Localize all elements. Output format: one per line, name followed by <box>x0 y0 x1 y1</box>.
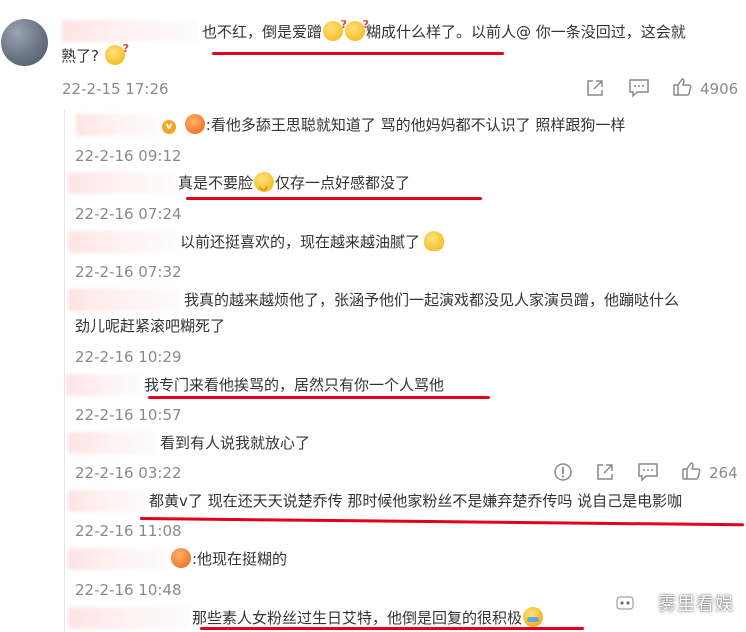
reply-thread-divider <box>64 110 65 632</box>
reply-username-blurred[interactable] <box>68 289 180 311</box>
question-face-emoji-icon <box>323 13 347 41</box>
reply-text-line2: 劲儿呢赶紧滚吧糊死了 <box>75 317 226 335</box>
like-count: 4906 <box>700 80 739 98</box>
highlight-underline <box>200 627 584 630</box>
reply-text: 看到有人说我就放心了 <box>160 434 311 452</box>
reply-timestamp: 22-2-16 09:12 <box>75 147 182 165</box>
reply-username-blurred[interactable] <box>66 374 142 396</box>
reply-timestamp: 22-2-16 11:08 <box>75 522 182 540</box>
share-icon[interactable] <box>595 462 615 482</box>
reply-text: 以前还挺喜欢的，现在越来越油腻了 <box>180 230 445 254</box>
question-face-emoji-icon <box>345 13 369 41</box>
comment-icon[interactable] <box>637 462 659 482</box>
reply-timestamp: 22-2-16 10:57 <box>75 406 182 424</box>
reply-username-blurred[interactable] <box>68 548 168 570</box>
reply-text: :他现在挺糊的 <box>170 547 287 571</box>
report-icon[interactable] <box>553 462 573 482</box>
watermark-text: 雾里看娱 <box>658 594 734 615</box>
shrug-emoji-icon <box>424 231 445 251</box>
highlight-underline <box>212 52 504 55</box>
reply-username-blurred[interactable] <box>76 114 160 136</box>
reply-username-blurred[interactable] <box>68 231 176 253</box>
avatar[interactable] <box>1 19 48 66</box>
comment-text-3: 熟了? <box>61 47 99 65</box>
like-icon[interactable] <box>681 461 701 481</box>
reply-username-blurred[interactable] <box>68 607 190 629</box>
laugh-cry-emoji-icon <box>523 607 544 627</box>
smile-emoji-icon <box>254 172 275 199</box>
highlight-underline <box>186 197 482 200</box>
comment-icon[interactable] <box>628 78 650 98</box>
highlight-underline <box>148 396 490 399</box>
comment-text-1: 也不红，倒是爱蹭 <box>202 23 323 41</box>
highlight-underline <box>139 517 744 527</box>
reply-text: 我专门来看他挨骂的，居然只有你一个人骂他 <box>144 376 445 394</box>
watermark-logo-icon <box>616 596 634 610</box>
like-count: 264 <box>709 464 738 482</box>
reply-text-line1: 我真的越来越烦他了，张涵予他们一起演戏都没见人家演员蹭，他蹦哒什么 <box>184 291 680 309</box>
main-comment-line2: 熟了? <box>61 37 129 68</box>
reply-username-blurred[interactable] <box>68 432 156 454</box>
angry-face-emoji-icon <box>171 548 191 568</box>
reply-timestamp: 22-2-16 03:22 <box>75 464 182 482</box>
main-comment-line1: 也不红，倒是爱蹭 糊成什么样了。以前人@ 你一条没回过，这会就 <box>202 13 686 44</box>
reply-timestamp: 22-2-16 10:29 <box>75 348 182 366</box>
reply-username-blurred[interactable] <box>68 490 146 512</box>
reply-text: v :看他多舔王思聪就知道了 骂的他妈妈都不认识了 照样跟狗一样 <box>160 113 625 137</box>
like-icon[interactable] <box>672 77 692 97</box>
comment-text-2: 糊成什么样了。以前人@ 你一条没回过，这会就 <box>366 23 686 41</box>
reply-timestamp: 22-2-16 07:32 <box>75 263 182 281</box>
verified-badge-icon: v <box>162 120 176 134</box>
comment-timestamp: 22-2-15 17:26 <box>62 80 169 98</box>
username-blurred[interactable] <box>62 20 198 42</box>
reply-timestamp: 22-2-16 07:24 <box>75 205 182 223</box>
question-face-emoji-icon <box>104 37 129 65</box>
reply-text: 真是不要脸仅存一点好感都没了 <box>178 171 410 199</box>
angry-face-emoji-icon <box>184 114 205 134</box>
reply-timestamp: 22-2-16 10:48 <box>75 581 182 599</box>
reply-text: 都黄v了 现在还天天说楚乔传 那时候他家粉丝不是嫌弃楚乔传吗 说自己是电影咖 <box>149 492 683 510</box>
share-icon[interactable] <box>585 78 605 98</box>
reply-username-blurred[interactable] <box>68 172 176 194</box>
